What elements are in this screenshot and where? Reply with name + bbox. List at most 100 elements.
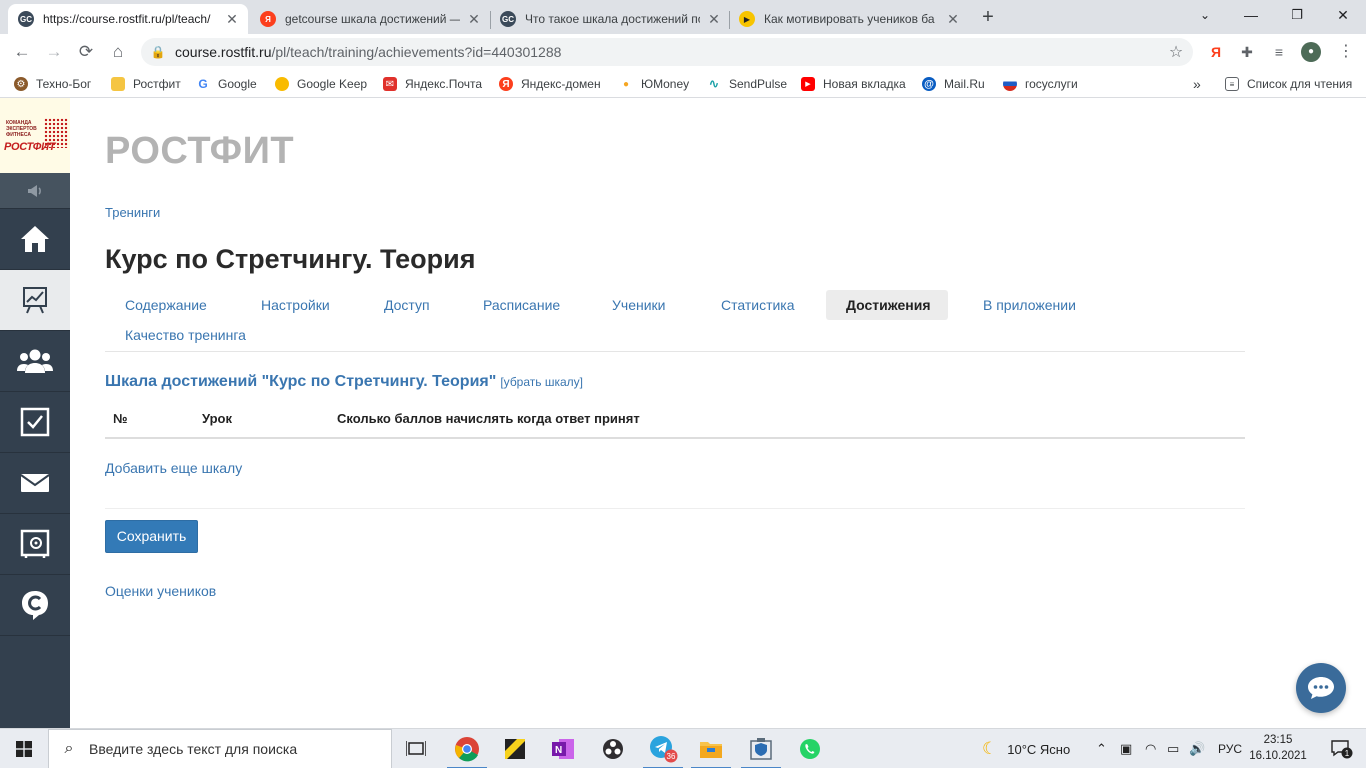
tab-access[interactable]: Доступ xyxy=(364,290,450,320)
chat-bubble-icon xyxy=(1308,677,1334,699)
lock-icon[interactable]: 🔒 xyxy=(141,45,175,59)
bookmark-item[interactable]: госуслуги xyxy=(1003,75,1078,93)
system-clock[interactable]: 23:15 16.10.2021 xyxy=(1246,732,1310,764)
bookmark-item[interactable]: Google Keep xyxy=(275,75,367,93)
show-hidden-icons-button[interactable]: ⌃ xyxy=(1096,729,1107,768)
browser-tab-2[interactable]: Я getcourse шкала достижений — ✕ xyxy=(250,4,490,34)
sidebar-item-teaching[interactable] xyxy=(0,270,70,331)
taskbar-app-shield[interactable] xyxy=(737,729,785,768)
taskbar-chrome[interactable] xyxy=(443,729,491,768)
sidebar-item-getcourse[interactable] xyxy=(0,575,70,636)
home-icon[interactable]: ⌂ xyxy=(105,39,131,65)
more-bookmarks-icon[interactable]: » xyxy=(1193,75,1201,93)
users-icon xyxy=(17,349,53,373)
bookmark-item[interactable]: ▶ Новая вкладка xyxy=(801,75,906,93)
remove-scale-link[interactable]: [убрать шкалу] xyxy=(500,375,583,389)
bookmark-item[interactable]: @ Mail.Ru xyxy=(922,75,985,93)
extensions-puzzle-icon[interactable]: ✚ xyxy=(1237,42,1257,62)
sidebar-item-users[interactable] xyxy=(0,331,70,392)
forward-arrow-icon[interactable]: → xyxy=(41,39,67,65)
taskbar-search[interactable]: ⌕ Введите здесь текст для поиска xyxy=(48,729,392,768)
bookmark-item[interactable]: ● ЮMoney xyxy=(619,75,689,93)
bookmark-star-icon[interactable]: ☆ xyxy=(1159,42,1193,62)
bookmark-item[interactable]: G Google xyxy=(196,75,257,93)
taskbar-obs[interactable] xyxy=(589,729,637,768)
reload-icon[interactable]: ⟳ xyxy=(73,39,99,65)
tab-statistics[interactable]: Статистика xyxy=(701,290,815,320)
address-bar[interactable]: 🔒 course.rostfit.ru/pl/teach/training/ac… xyxy=(141,38,1193,66)
flag-icon xyxy=(1003,77,1017,91)
back-arrow-icon[interactable]: ← xyxy=(9,39,35,65)
tab-in-app[interactable]: В приложении xyxy=(963,290,1096,320)
sidebar-item-home[interactable] xyxy=(0,209,70,270)
keep-icon xyxy=(275,77,289,91)
tab-schedule[interactable]: Расписание xyxy=(463,290,580,320)
school-logo[interactable]: КОМАНДА ЭКСПЕРТОВ ФИТНЕСА РОСТФИТ xyxy=(0,98,70,173)
breadcrumb-trainings[interactable]: Тренинги xyxy=(105,205,160,220)
browser-tab-3[interactable]: GC Что такое шкала достижений по ✕ xyxy=(490,4,730,34)
browser-tab-active[interactable]: GC https://course.rostfit.ru/pl/teach/ ✕ xyxy=(8,4,248,34)
tab-content[interactable]: Содержание xyxy=(105,290,227,320)
profile-avatar[interactable]: ● xyxy=(1301,42,1321,62)
volume-icon[interactable]: 🔊 xyxy=(1189,729,1205,768)
tab-achievements[interactable]: Достижения xyxy=(826,290,948,320)
bookmark-item[interactable]: ∿ SendPulse xyxy=(707,75,787,93)
sidebar-item-messages[interactable] xyxy=(0,453,70,514)
restore-button[interactable]: ❐ xyxy=(1274,4,1320,26)
main-content: РОСТФИТ Тренинги Курс по Стретчингу. Тео… xyxy=(70,98,1366,728)
close-tab-icon[interactable]: ✕ xyxy=(945,11,961,28)
tab-title: Как мотивировать учеников ба xyxy=(764,12,935,26)
achievement-scale-title[interactable]: Шкала достижений "Курс по Стретчингу. Те… xyxy=(105,373,583,391)
notification-center-button[interactable]: 1 xyxy=(1322,729,1362,768)
tab-search-chevron-icon[interactable]: ⌄ xyxy=(1182,4,1228,26)
add-scale-link[interactable]: Добавить еще шкалу xyxy=(105,460,242,476)
taskbar-sticky-notes[interactable] xyxy=(491,729,539,768)
input-language[interactable]: РУС xyxy=(1218,729,1242,768)
sidebar-item-tasks[interactable] xyxy=(0,392,70,453)
meet-now-icon[interactable]: ▣ xyxy=(1120,729,1132,768)
announcements-button[interactable] xyxy=(0,173,70,209)
column-lesson: Урок xyxy=(202,411,232,426)
close-tab-icon[interactable]: ✕ xyxy=(466,11,482,28)
shield-monitor-icon xyxy=(750,738,772,760)
task-view-button[interactable] xyxy=(392,729,440,768)
bookmark-item[interactable]: Я Яндекс-домен xyxy=(499,75,601,93)
sidebar-item-sales[interactable] xyxy=(0,514,70,575)
taskbar-whatsapp[interactable] xyxy=(786,729,834,768)
tab-settings[interactable]: Настройки xyxy=(241,290,350,320)
taskbar-telegram[interactable]: 36 xyxy=(639,729,687,768)
close-window-button[interactable]: ✕ xyxy=(1320,4,1366,26)
bookmark-item[interactable]: ⚙ Техно-Бог xyxy=(14,75,91,93)
menu-kebab-icon[interactable]: ⋮ xyxy=(1336,42,1356,62)
save-button[interactable]: Сохранить xyxy=(105,520,198,553)
notification-count: 1 xyxy=(1345,749,1350,758)
chat-widget-button[interactable] xyxy=(1296,663,1346,713)
bookmark-item[interactable]: ✉ Яндекс.Почта xyxy=(383,75,482,93)
start-button[interactable] xyxy=(0,729,48,768)
browser-tab-4[interactable]: ▶ Как мотивировать учеников ба ✕ xyxy=(729,4,969,34)
moon-icon: ☾ xyxy=(982,739,998,758)
url-text[interactable]: course.rostfit.ru/pl/teach/training/achi… xyxy=(175,44,1159,60)
weather-widget[interactable]: ☾ 10°C Ясно xyxy=(982,729,1070,768)
battery-icon[interactable]: ▭ xyxy=(1167,729,1179,768)
home-icon xyxy=(21,226,49,252)
taskbar-file-explorer[interactable] xyxy=(687,729,735,768)
tab-training-quality[interactable]: Качество тренинга xyxy=(105,320,266,350)
browser-tab-strip: GC https://course.rostfit.ru/pl/teach/ ✕… xyxy=(0,0,1366,34)
wifi-icon[interactable]: ◠ xyxy=(1145,729,1156,768)
yandex-favicon-icon: Я xyxy=(260,11,276,27)
media-control-icon[interactable]: ≡ xyxy=(1269,42,1289,62)
tab-students[interactable]: Ученики xyxy=(592,290,685,320)
logo-text: РОСТФИТ xyxy=(4,141,56,153)
close-tab-icon[interactable]: ✕ xyxy=(706,11,722,28)
new-tab-button[interactable]: + xyxy=(976,6,1000,30)
student-grades-link[interactable]: Оценки учеников xyxy=(105,583,216,599)
close-tab-icon[interactable]: ✕ xyxy=(224,11,240,28)
reading-list-button[interactable]: ≡ Список для чтения xyxy=(1225,75,1352,93)
taskbar-onenote[interactable]: N xyxy=(539,729,587,768)
yandex-extension-icon[interactable]: Я xyxy=(1206,42,1226,62)
brand-title[interactable]: РОСТФИТ xyxy=(105,130,294,173)
bookmark-item[interactable]: Ростфит xyxy=(111,75,181,93)
minimize-button[interactable]: — xyxy=(1228,4,1274,26)
sticky-notes-icon xyxy=(505,739,525,759)
